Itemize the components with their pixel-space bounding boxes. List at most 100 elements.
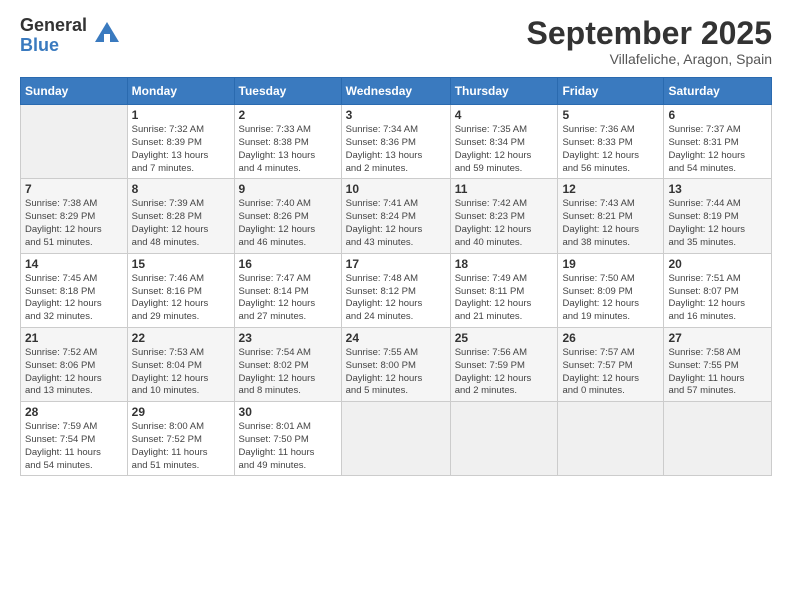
calendar-cell: 21 Sunrise: 7:52 AM Sunset: 8:06 PM Dayli… — [21, 327, 128, 401]
day-number: 19 — [562, 257, 659, 271]
day-number: 13 — [668, 182, 767, 196]
day-info: Sunrise: 7:48 AM Sunset: 8:12 PM Dayligh… — [346, 273, 446, 324]
day-info: Sunrise: 7:38 AM Sunset: 8:29 PM Dayligh… — [25, 198, 123, 249]
day-info: Sunrise: 7:57 AM Sunset: 7:57 PM Dayligh… — [562, 347, 659, 398]
day-number: 7 — [25, 182, 123, 196]
day-number: 28 — [25, 405, 123, 419]
calendar-cell: 9Sunrise: 7:40 AM Sunset: 8:26 PM Daylig… — [234, 179, 341, 253]
day-number: 29 — [132, 405, 230, 419]
day-info: Sunrise: 8:01 AM Sunset: 7:50 PM Dayligh… — [239, 421, 337, 472]
calendar-cell: 12Sunrise: 7:43 AM Sunset: 8:21 PM Dayli… — [558, 179, 664, 253]
calendar-cell: 2 Sunrise: 7:33 AM Sunset: 8:38 PM Daylig… — [234, 105, 341, 179]
header-tuesday: Tuesday — [234, 78, 341, 105]
calendar-week-2: 7 Sunrise: 7:38 AM Sunset: 8:29 PM Daylig… — [21, 179, 772, 253]
day-number: 23 — [239, 331, 337, 345]
day-info: Sunrise: 7:32 AM Sunset: 8:39 PM Dayligh… — [132, 124, 230, 175]
calendar-cell: 15Sunrise: 7:46 AM Sunset: 8:16 PM Dayli… — [127, 253, 234, 327]
calendar-cell: 18 Sunrise: 7:49 AM Sunset: 8:11 PM Dayli… — [450, 253, 558, 327]
logo-icon — [93, 20, 121, 48]
day-info: Sunrise: 7:54 AM Sunset: 8:02 PM Dayligh… — [239, 347, 337, 398]
day-info: Sunrise: 7:53 AM Sunset: 8:04 PM Dayligh… — [132, 347, 230, 398]
day-info: Sunrise: 7:34 AM Sunset: 8:36 PM Dayligh… — [346, 124, 446, 175]
day-number: 24 — [346, 331, 446, 345]
day-number: 5 — [562, 108, 659, 122]
day-info: Sunrise: 7:37 AM Sunset: 8:31 PM Dayligh… — [668, 124, 767, 175]
day-number: 6 — [668, 108, 767, 122]
calendar-cell: 11 Sunrise: 7:42 AM Sunset: 8:23 PM Dayli… — [450, 179, 558, 253]
calendar-week-4: 21 Sunrise: 7:52 AM Sunset: 8:06 PM Dayli… — [21, 327, 772, 401]
day-number: 1 — [132, 108, 230, 122]
calendar-cell: 30 Sunrise: 8:01 AM Sunset: 7:50 PM Dayli… — [234, 402, 341, 476]
day-number: 22 — [132, 331, 230, 345]
day-info: Sunrise: 7:35 AM Sunset: 8:34 PM Dayligh… — [455, 124, 554, 175]
day-number: 20 — [668, 257, 767, 271]
calendar-cell: 23 Sunrise: 7:54 AM Sunset: 8:02 PM Dayli… — [234, 327, 341, 401]
calendar-cell: 20 Sunrise: 7:51 AM Sunset: 8:07 PM Dayli… — [664, 253, 772, 327]
day-number: 9 — [239, 182, 337, 196]
calendar-cell — [450, 402, 558, 476]
day-number: 26 — [562, 331, 659, 345]
day-info: Sunrise: 7:56 AM Sunset: 7:59 PM Dayligh… — [455, 347, 554, 398]
calendar-cell: 19 Sunrise: 7:50 AM Sunset: 8:09 PM Dayli… — [558, 253, 664, 327]
day-number: 11 — [455, 182, 554, 196]
month-title: September 2025 — [527, 16, 772, 51]
day-info: Sunrise: 7:36 AM Sunset: 8:33 PM Dayligh… — [562, 124, 659, 175]
calendar-week-1: 1 Sunrise: 7:32 AM Sunset: 8:39 PM Daylig… — [21, 105, 772, 179]
day-info: Sunrise: 7:45 AM Sunset: 8:18 PM Dayligh… — [25, 273, 123, 324]
calendar-cell — [21, 105, 128, 179]
calendar-cell — [664, 402, 772, 476]
day-info: Sunrise: 7:50 AM Sunset: 8:09 PM Dayligh… — [562, 273, 659, 324]
logo: General Blue — [20, 16, 121, 56]
header: General Blue September 2025 Villafeliche… — [20, 16, 772, 67]
title-block: September 2025 Villafeliche, Aragon, Spa… — [527, 16, 772, 67]
calendar-cell: 14 Sunrise: 7:45 AM Sunset: 8:18 PM Dayli… — [21, 253, 128, 327]
day-info: Sunrise: 7:33 AM Sunset: 8:38 PM Dayligh… — [239, 124, 337, 175]
calendar-cell: 8Sunrise: 7:39 AM Sunset: 8:28 PM Daylig… — [127, 179, 234, 253]
calendar-table: Sunday Monday Tuesday Wednesday Thursday… — [20, 77, 772, 476]
calendar-cell: 13Sunrise: 7:44 AM Sunset: 8:19 PM Dayli… — [664, 179, 772, 253]
weekday-header-row: Sunday Monday Tuesday Wednesday Thursday… — [21, 78, 772, 105]
day-info: Sunrise: 7:41 AM Sunset: 8:24 PM Dayligh… — [346, 198, 446, 249]
day-number: 4 — [455, 108, 554, 122]
day-info: Sunrise: 7:42 AM Sunset: 8:23 PM Dayligh… — [455, 198, 554, 249]
header-wednesday: Wednesday — [341, 78, 450, 105]
calendar-cell: 10 Sunrise: 7:41 AM Sunset: 8:24 PM Dayli… — [341, 179, 450, 253]
day-info: Sunrise: 7:51 AM Sunset: 8:07 PM Dayligh… — [668, 273, 767, 324]
calendar-cell — [341, 402, 450, 476]
calendar-cell: 6 Sunrise: 7:37 AM Sunset: 8:31 PM Daylig… — [664, 105, 772, 179]
day-info: Sunrise: 7:52 AM Sunset: 8:06 PM Dayligh… — [25, 347, 123, 398]
day-number: 14 — [25, 257, 123, 271]
logo-text: General Blue — [20, 16, 87, 56]
day-info: Sunrise: 7:59 AM Sunset: 7:54 PM Dayligh… — [25, 421, 123, 472]
logo-blue: Blue — [20, 36, 87, 56]
calendar-week-5: 28 Sunrise: 7:59 AM Sunset: 7:54 PM Dayli… — [21, 402, 772, 476]
calendar-cell: 7 Sunrise: 7:38 AM Sunset: 8:29 PM Daylig… — [21, 179, 128, 253]
calendar-cell: 1 Sunrise: 7:32 AM Sunset: 8:39 PM Daylig… — [127, 105, 234, 179]
header-saturday: Saturday — [664, 78, 772, 105]
calendar-cell: 24Sunrise: 7:55 AM Sunset: 8:00 PM Dayli… — [341, 327, 450, 401]
calendar-cell: 25 Sunrise: 7:56 AM Sunset: 7:59 PM Dayli… — [450, 327, 558, 401]
day-number: 12 — [562, 182, 659, 196]
day-number: 10 — [346, 182, 446, 196]
day-info: Sunrise: 8:00 AM Sunset: 7:52 PM Dayligh… — [132, 421, 230, 472]
day-number: 2 — [239, 108, 337, 122]
day-number: 17 — [346, 257, 446, 271]
day-number: 18 — [455, 257, 554, 271]
day-number: 25 — [455, 331, 554, 345]
day-info: Sunrise: 7:49 AM Sunset: 8:11 PM Dayligh… — [455, 273, 554, 324]
calendar-cell: 16 Sunrise: 7:47 AM Sunset: 8:14 PM Dayli… — [234, 253, 341, 327]
logo-general: General — [20, 16, 87, 36]
day-number: 3 — [346, 108, 446, 122]
calendar-week-3: 14 Sunrise: 7:45 AM Sunset: 8:18 PM Dayli… — [21, 253, 772, 327]
calendar-cell: 5 Sunrise: 7:36 AM Sunset: 8:33 PM Daylig… — [558, 105, 664, 179]
day-number: 21 — [25, 331, 123, 345]
day-number: 16 — [239, 257, 337, 271]
day-number: 30 — [239, 405, 337, 419]
day-info: Sunrise: 7:46 AM Sunset: 8:16 PM Dayligh… — [132, 273, 230, 324]
calendar-cell: 26 Sunrise: 7:57 AM Sunset: 7:57 PM Dayli… — [558, 327, 664, 401]
day-info: Sunrise: 7:47 AM Sunset: 8:14 PM Dayligh… — [239, 273, 337, 324]
calendar-cell: 22 Sunrise: 7:53 AM Sunset: 8:04 PM Dayli… — [127, 327, 234, 401]
calendar-cell — [558, 402, 664, 476]
day-info: Sunrise: 7:39 AM Sunset: 8:28 PM Dayligh… — [132, 198, 230, 249]
calendar-cell: 27Sunrise: 7:58 AM Sunset: 7:55 PM Dayli… — [664, 327, 772, 401]
